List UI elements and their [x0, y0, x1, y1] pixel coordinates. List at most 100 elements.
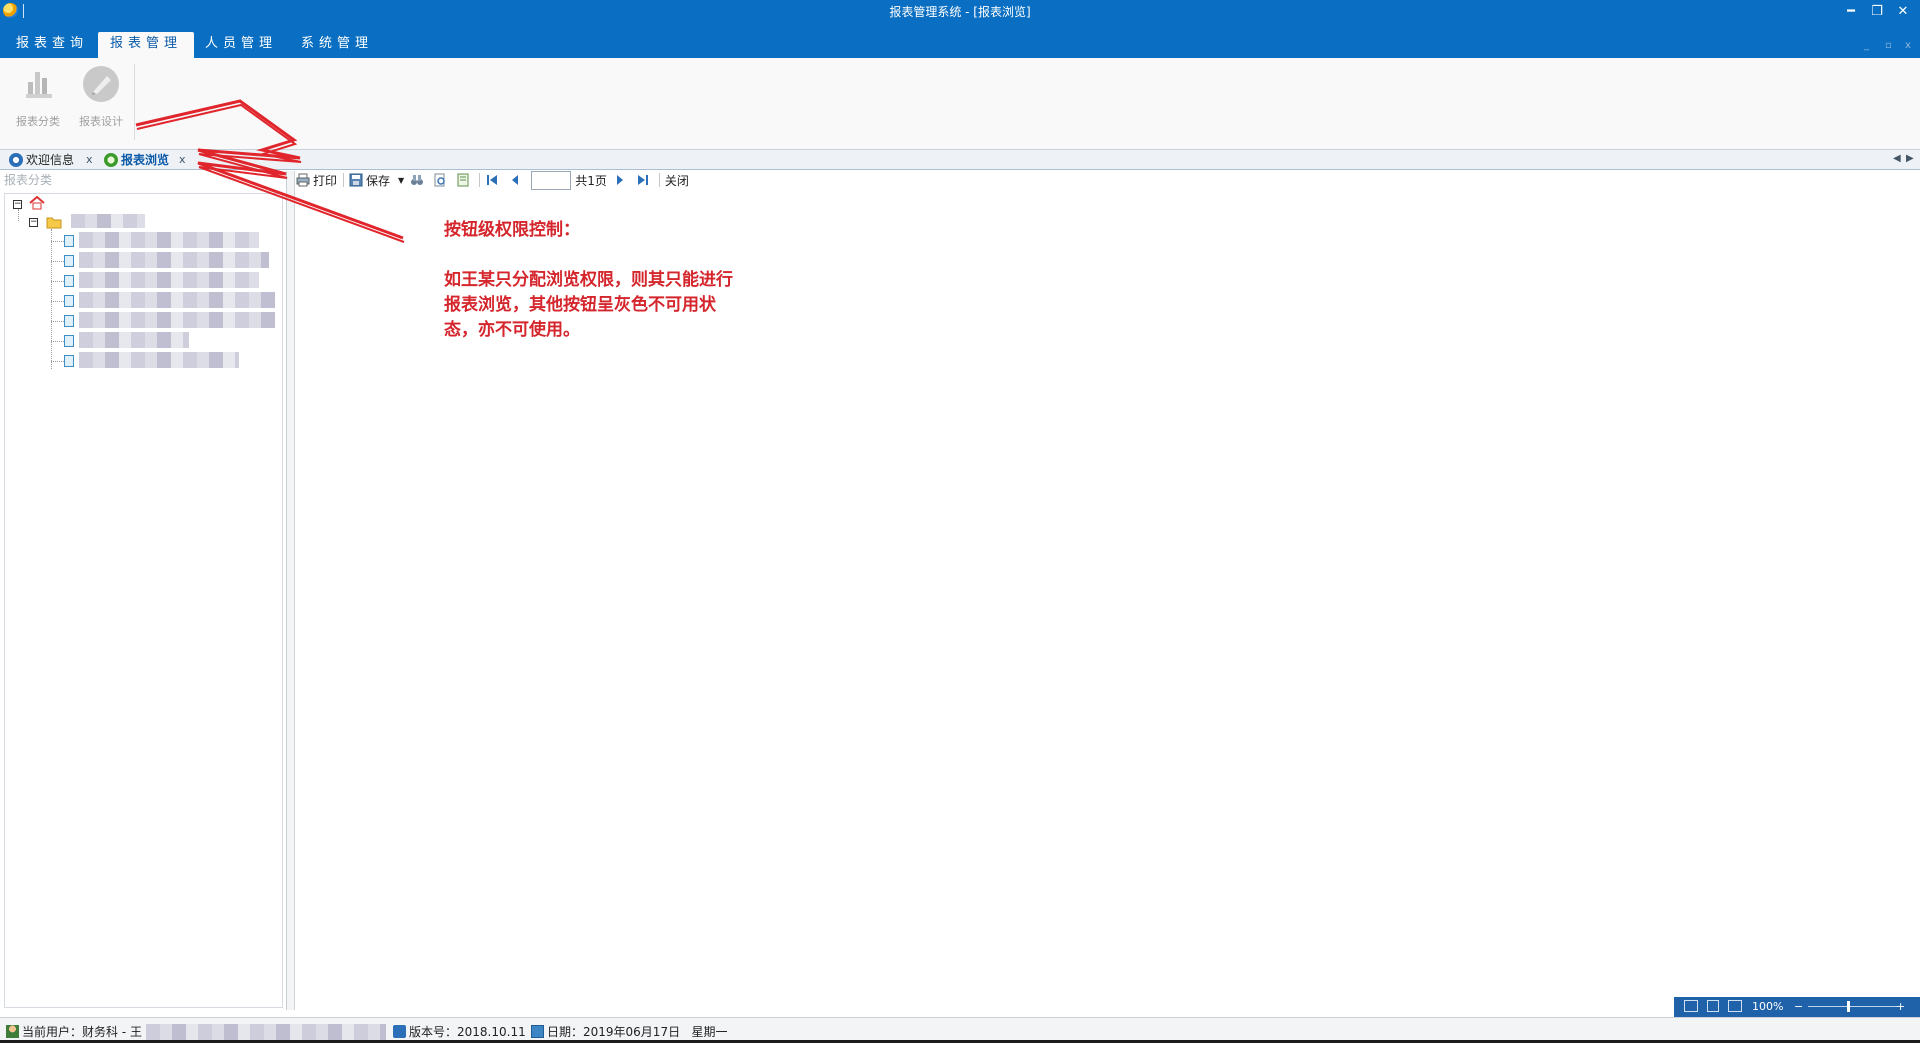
find-button[interactable] [410, 173, 427, 187]
last-page-icon [637, 175, 648, 185]
floppy-save-icon [349, 173, 363, 187]
multi-page-icon[interactable] [1728, 1000, 1742, 1012]
page-setup-icon [457, 173, 469, 187]
report-file-icon[interactable] [64, 255, 74, 267]
report-item-redacted[interactable] [79, 332, 189, 348]
report-file-icon[interactable] [64, 275, 74, 287]
report-item-redacted[interactable] [79, 252, 269, 268]
tree-connector [51, 281, 64, 282]
report-item-redacted[interactable] [79, 352, 239, 368]
zoom-slider-track[interactable] [1808, 1006, 1898, 1007]
report-category-label: 报表分类 [16, 115, 60, 128]
minimize-button[interactable]: ━ [1838, 0, 1864, 22]
folder-icon[interactable] [46, 216, 62, 229]
report-file-icon[interactable] [64, 295, 74, 307]
prev-page-icon [512, 175, 519, 185]
close-window-button[interactable]: ✕ [1890, 0, 1916, 22]
panel-splitter[interactable] [287, 171, 295, 1010]
report-design-button[interactable]: 报表设计 [73, 64, 129, 129]
tab-scroll-right-icon[interactable]: ▶ [1906, 153, 1914, 164]
prev-page-button[interactable] [508, 173, 525, 187]
zoom-slider-thumb[interactable] [1847, 1001, 1850, 1012]
fit-page-icon[interactable] [1684, 1000, 1698, 1012]
doc-tab-browse-label: 报表浏览 [121, 153, 170, 167]
zoom-out-button[interactable]: − [1794, 1000, 1803, 1013]
tree-folder-expander[interactable]: − [29, 218, 38, 227]
tree-connector [51, 361, 64, 362]
document-tab-strip: 欢迎信息 x 报表浏览 x ◀ ▶ [0, 150, 1920, 170]
print-button[interactable]: 打印 [296, 172, 337, 189]
zoom-page-button[interactable] [433, 173, 450, 187]
report-category-panel: 报表分类 − − [0, 171, 287, 1010]
tree-root-expander[interactable]: − [13, 200, 22, 209]
print-label: 打印 [313, 173, 338, 188]
report-file-icon[interactable] [64, 315, 74, 327]
calendar-icon [531, 1025, 544, 1038]
page-magnify-icon [434, 173, 445, 187]
save-dropdown-icon[interactable]: ▼ [398, 176, 404, 185]
save-button[interactable]: 保存 ▼ [349, 172, 404, 189]
doc-tab-welcome-close[interactable]: x [86, 151, 93, 169]
report-category-button[interactable]: 报表分类 [10, 64, 66, 129]
tab-report-management[interactable]: 报表管理 [98, 32, 195, 58]
zoom-level: 100% [1752, 1000, 1784, 1013]
report-file-icon[interactable] [64, 335, 74, 347]
printer-icon [296, 173, 310, 187]
date-text: 日期：2019年06月17日 星期一 [547, 1025, 728, 1039]
category-tree: − − [4, 193, 283, 1008]
report-file-icon[interactable] [64, 235, 74, 247]
mdi-restore-button[interactable]: ▫ [1885, 40, 1892, 51]
next-page-icon [616, 175, 623, 185]
welcome-icon [9, 153, 23, 167]
page-setup-button[interactable] [456, 173, 473, 187]
mdi-close-button[interactable]: x [1905, 40, 1911, 51]
annotation-note: 按钮级权限控制： 如王某只分配浏览权限，则其只能进行 报表浏览，其他按钮呈灰色不… [444, 218, 864, 343]
report-item-redacted[interactable] [79, 272, 259, 288]
close-report-label: 关闭 [664, 173, 689, 188]
tab-scroll-left-icon[interactable]: ◀ [1893, 153, 1901, 164]
home-icon[interactable] [29, 196, 45, 210]
toolbar-separator [479, 173, 481, 187]
tab-report-query[interactable]: 报表查询 [4, 32, 100, 58]
title-bar: 报表管理系统 - [报表浏览] ━ ❐ ✕ [0, 0, 1920, 22]
zoom-in-button[interactable]: + [1896, 1000, 1905, 1013]
folder-label-redacted[interactable] [71, 214, 145, 228]
panel-header: 报表分类 [4, 173, 53, 187]
tab-personnel-management[interactable]: 人员管理 [193, 32, 289, 58]
report-item-redacted[interactable] [79, 292, 275, 308]
tree-connector [18, 209, 19, 221]
tree-connector [51, 261, 64, 262]
single-page-icon[interactable] [1707, 1000, 1719, 1012]
menu-bar: 报表查询 报表管理 人员管理 系统管理 _ ▫ x [0, 22, 1920, 58]
last-page-button[interactable] [636, 173, 653, 187]
binoculars-icon [411, 175, 424, 185]
total-pages-label: 共1页 [575, 173, 607, 188]
doc-tab-browse[interactable]: 报表浏览 x [101, 151, 191, 169]
report-item-redacted[interactable] [79, 232, 259, 248]
design-pen-icon [83, 66, 119, 102]
doc-tab-welcome[interactable]: 欢迎信息 x [6, 151, 98, 169]
restore-button[interactable]: ❐ [1864, 0, 1890, 22]
close-report-button[interactable]: 关闭 [665, 172, 689, 189]
report-file-icon[interactable] [64, 355, 74, 367]
toolbar-separator [343, 173, 345, 187]
status-current-user: 当前用户：财务科 - 王 [6, 1023, 386, 1040]
ribbon-group-divider [134, 64, 135, 140]
doc-tab-welcome-label: 欢迎信息 [26, 153, 75, 167]
mdi-minimize-button[interactable]: _ [1864, 40, 1869, 51]
next-page-button[interactable] [613, 173, 630, 187]
window-controls: ━ ❐ ✕ [1838, 0, 1916, 22]
tree-connector [51, 241, 64, 242]
doc-tab-browse-close[interactable]: x [179, 151, 186, 169]
status-version: 版本号：2018.10.11 [393, 1023, 526, 1040]
user-icon [6, 1025, 19, 1038]
report-item-redacted[interactable] [79, 312, 275, 328]
annotation-line: 报表浏览，其他按钮呈灰色不可用状 [444, 295, 716, 315]
first-page-icon [487, 175, 498, 185]
tab-system-management[interactable]: 系统管理 [289, 32, 385, 58]
user-name-redacted [145, 1023, 386, 1040]
tree-connector [51, 229, 52, 369]
first-page-button[interactable] [485, 173, 502, 187]
page-number-input[interactable] [531, 170, 572, 190]
chart-bars-icon [26, 72, 52, 98]
